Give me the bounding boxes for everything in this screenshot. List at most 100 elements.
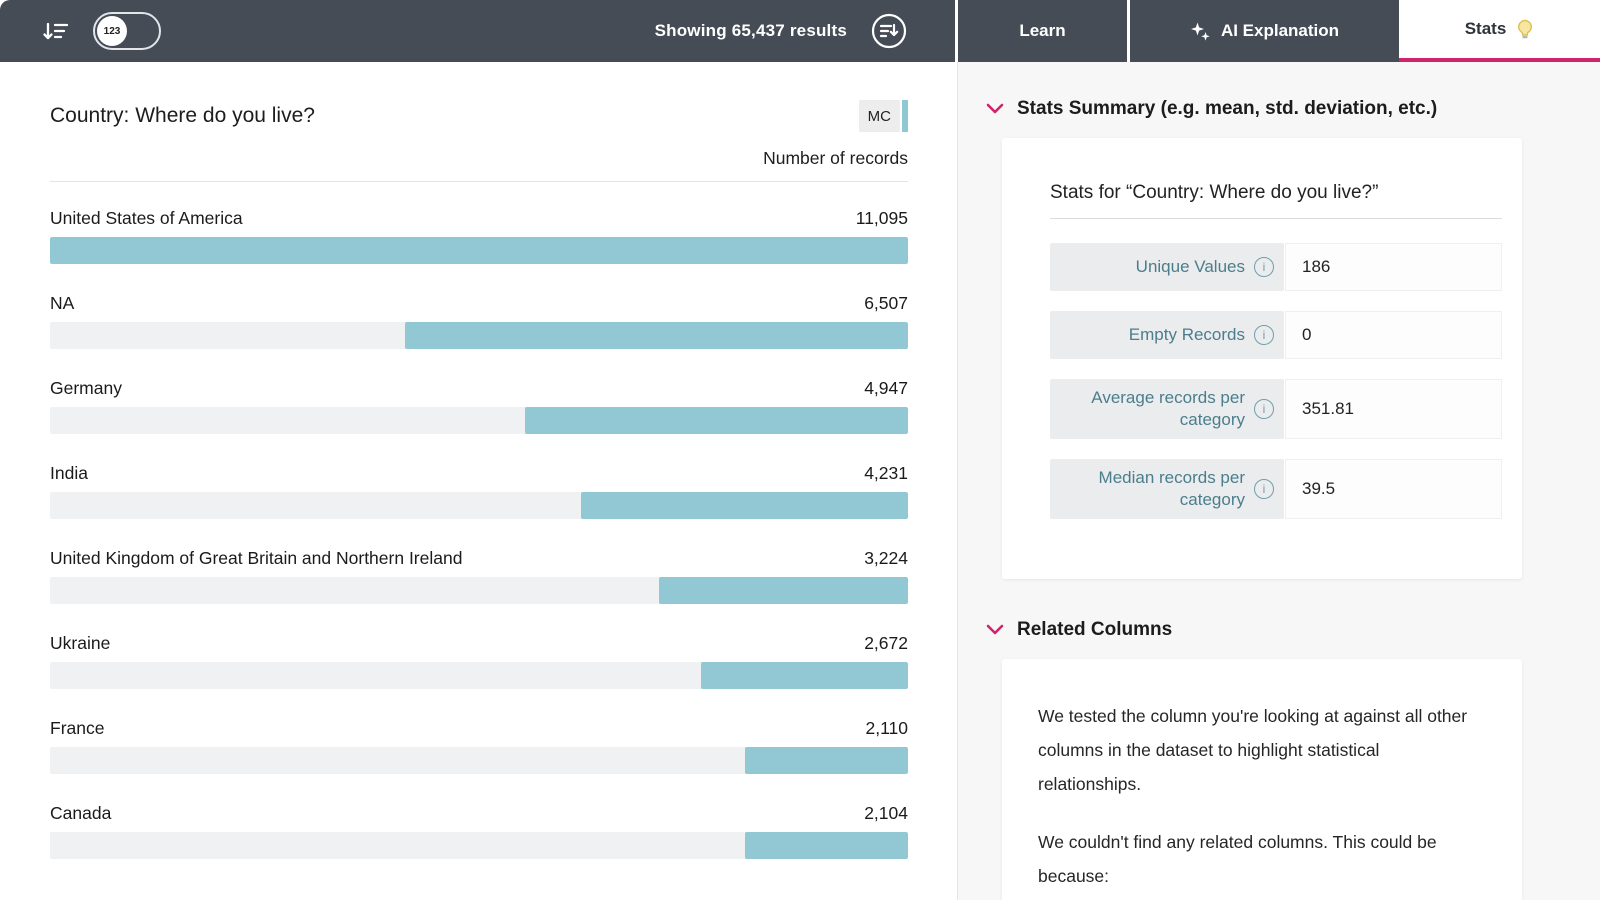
tab-ai-explanation-label: AI Explanation [1221,21,1339,41]
bar-value: 2,110 [866,718,909,739]
value-axis-label: Number of records [50,148,908,169]
info-icon[interactable]: i [1254,257,1274,277]
column-type-label: MC [859,100,900,132]
stats-label: Average records per category [1064,387,1245,431]
bar-track[interactable] [50,832,908,859]
content-area: Country: Where do you live? MC Number of… [0,62,1600,900]
stats-label-cell: Unique Values i [1050,243,1284,291]
tab-learn-label: Learn [1019,21,1065,41]
chart-panel: Country: Where do you live? MC Number of… [0,62,957,900]
bar-fill [405,322,908,349]
chart-row: India 4,231 [50,463,908,519]
info-icon[interactable]: i [1254,479,1274,499]
results-count: Showing 65,437 results [655,21,847,41]
lightbulb-icon [1516,19,1534,40]
bar-label: NA [50,293,74,314]
bar-chart: United States of America 11,095 NA 6,507… [50,208,908,859]
bar-value: 4,231 [864,463,908,484]
chart-row: United Kingdom of Great Britain and Nort… [50,548,908,604]
chart-divider [50,181,908,182]
stats-summary-header[interactable]: Stats Summary (e.g. mean, std. deviation… [986,98,1600,120]
stats-value-cell: 39.5 [1285,459,1502,519]
numeric-format-toggle[interactable]: 123 [93,12,161,50]
stats-label: Median records per category [1064,467,1245,511]
stats-label: Empty Records [1129,324,1245,346]
stats-row: Empty Records i 0 [1050,311,1502,359]
stats-value: 186 [1302,257,1330,277]
related-columns-card: We tested the column you're looking at a… [1002,659,1522,900]
stats-label-cell: Average records per category i [1050,379,1284,439]
bar-fill [50,237,908,264]
tab-stats-label: Stats [1465,19,1507,39]
bar-label: United States of America [50,208,243,229]
topbar: 123 Showing 65,437 results Learn AI Expl… [0,0,1600,62]
bar-label: Germany [50,378,122,399]
topbar-toolbar: 123 Showing 65,437 results [0,0,955,62]
bar-value: 2,104 [864,803,908,824]
stats-label-cell: Median records per category i [1050,459,1284,519]
bar-label: Canada [50,803,111,824]
info-icon[interactable]: i [1254,399,1274,419]
bar-fill [581,492,908,519]
chart-row-head: Germany 4,947 [50,378,908,399]
chart-row-head: NA 6,507 [50,293,908,314]
sort-icon[interactable] [42,20,69,43]
chart-row: France 2,110 [50,718,908,774]
bar-track[interactable] [50,322,908,349]
column-type-badge: MC [859,100,908,132]
chart-row-head: India 4,231 [50,463,908,484]
chart-header: Country: Where do you live? MC [50,100,908,132]
bar-label: India [50,463,88,484]
tab-learn[interactable]: Learn [955,0,1127,62]
stats-value-cell: 351.81 [1285,379,1502,439]
stats-value: 39.5 [1302,479,1335,499]
stats-card-title: Stats for “Country: Where do you live?” [1050,182,1506,204]
stats-value-cell: 0 [1285,311,1502,359]
stats-sidebar: Stats Summary (e.g. mean, std. deviation… [957,62,1600,900]
bar-fill [659,577,908,604]
bar-fill [525,407,908,434]
chart-row: Ukraine 2,672 [50,633,908,689]
tab-ai-explanation[interactable]: AI Explanation [1127,0,1399,62]
bar-track[interactable] [50,747,908,774]
bar-track[interactable] [50,407,908,434]
stats-label: Unique Values [1136,256,1245,278]
chart-row: Canada 2,104 [50,803,908,859]
bar-value: 6,507 [864,293,908,314]
stats-row: Unique Values i 186 [1050,243,1502,291]
bar-track[interactable] [50,237,908,264]
related-columns-header[interactable]: Related Columns [986,619,1600,641]
bar-track[interactable] [50,492,908,519]
related-columns-title: Related Columns [1017,619,1172,641]
chart-row: Germany 4,947 [50,378,908,434]
bar-value: 3,224 [864,548,908,569]
chart-row-head: Ukraine 2,672 [50,633,908,654]
chart-row: NA 6,507 [50,293,908,349]
chart-row-head: France 2,110 [50,718,908,739]
stats-summary-title: Stats Summary (e.g. mean, std. deviation… [1017,98,1437,120]
stats-label-cell: Empty Records i [1050,311,1284,359]
stats-value: 0 [1302,325,1311,345]
chevron-down-icon [986,624,1004,636]
bar-fill [745,747,908,774]
tab-stats[interactable]: Stats [1399,0,1600,62]
stats-row: Average records per category i 351.81 [1050,379,1502,439]
related-columns-text: We tested the column you're looking at a… [1038,699,1486,801]
bar-track[interactable] [50,662,908,689]
chart-row-head: United States of America 11,095 [50,208,908,229]
sort-results-button[interactable] [871,13,907,49]
chart-title: Country: Where do you live? [50,104,315,128]
numeric-format-toggle-label: 123 [97,16,127,46]
bar-label: United Kingdom of Great Britain and Nort… [50,548,462,569]
related-columns-text: We couldn't find any related columns. Th… [1038,825,1486,893]
bar-fill [701,662,908,689]
bar-value: 11,095 [856,208,908,229]
bar-label: France [50,718,104,739]
stats-value: 351.81 [1302,399,1354,419]
bar-value: 4,947 [864,378,908,399]
stats-value-cell: 186 [1285,243,1502,291]
info-icon[interactable]: i [1254,325,1274,345]
bar-track[interactable] [50,577,908,604]
chart-row: United States of America 11,095 [50,208,908,264]
stats-table: Unique Values i 186 Empty Records i 0 Av… [1050,243,1502,519]
